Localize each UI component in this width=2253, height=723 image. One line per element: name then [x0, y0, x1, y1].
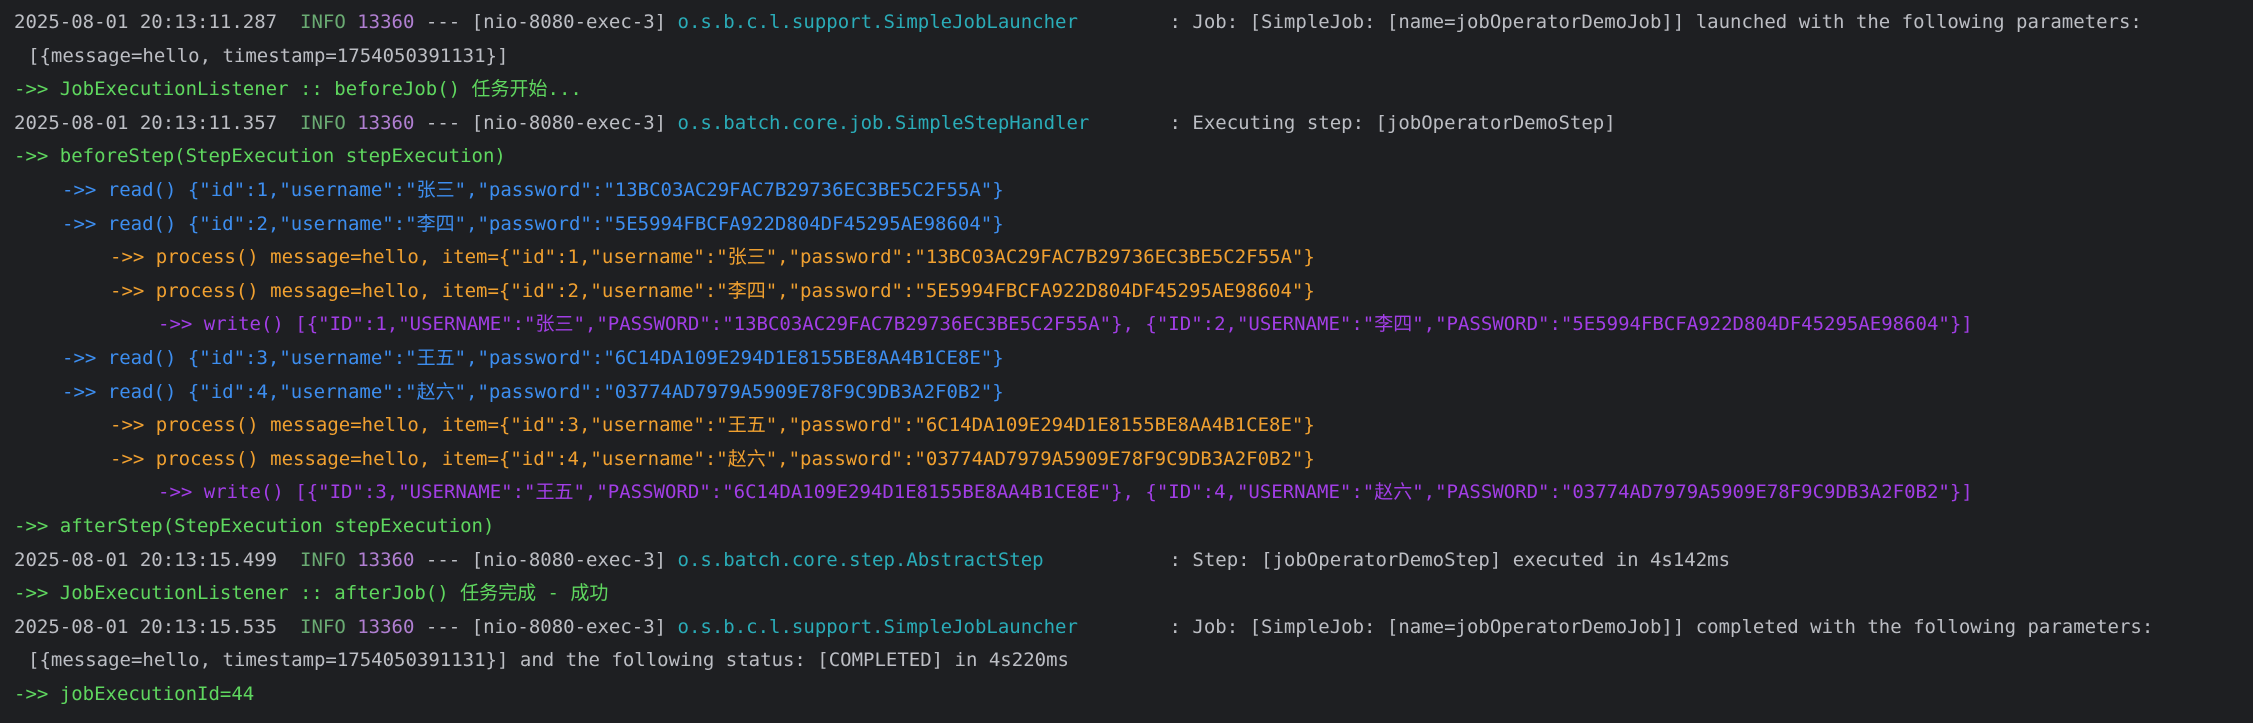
- log-pid: 13360: [357, 615, 415, 638]
- log-line-after-step: ->> afterStep(StepExecution stepExecutio…: [14, 514, 495, 537]
- log-line-write: ->> write() [{"ID":1,"USERNAME":"张三","PA…: [158, 313, 1973, 336]
- log-pid: 13360: [357, 548, 415, 571]
- log-logger: o.s.batch.core.step.AbstractStep: [677, 548, 1044, 571]
- log-line-step-executed: 2025-08-01 20:13:15.499 INFO 13360 --- […: [14, 544, 2253, 578]
- log-line-before-step: ->> beforeStep(StepExecution stepExecuti…: [14, 145, 506, 168]
- log-thread: --- [nio-8080-exec-3]: [425, 548, 667, 571]
- log-message: : Job: [SimpleJob: [name=jobOperatorDemo…: [1169, 11, 2142, 33]
- log-line-before-job: ->> JobExecutionListener :: beforeJob() …: [14, 78, 582, 101]
- log-message: : Job: [SimpleJob: [name=jobOperatorDemo…: [1169, 615, 2154, 638]
- log-line-read: ->> read() {"id":2,"username":"李四","pass…: [62, 212, 1004, 235]
- log-level: INFO: [300, 11, 346, 33]
- log-thread: --- [nio-8080-exec-3]: [425, 111, 667, 134]
- log-line-executing-step: 2025-08-01 20:13:11.357 INFO 13360 --- […: [14, 107, 2253, 141]
- log-line-write: ->> write() [{"ID":3,"USERNAME":"王五","PA…: [158, 481, 1973, 504]
- log-level: INFO: [300, 111, 346, 134]
- log-line-process: ->> process() message=hello, item={"id":…: [110, 279, 1315, 302]
- log-logger: o.s.b.c.l.support.SimpleJobLauncher: [677, 615, 1078, 638]
- log-logger: o.s.b.c.l.support.SimpleJobLauncher: [677, 11, 1078, 33]
- log-timestamp: 2025-08-01 20:13:15.499: [14, 548, 278, 571]
- log-message: : Executing step: [jobOperatorDemoStep]: [1169, 111, 1616, 134]
- log-thread: --- [nio-8080-exec-3]: [425, 11, 667, 33]
- log-line-job-completed: 2025-08-01 20:13:15.535 INFO 13360 --- […: [14, 611, 2253, 645]
- log-timestamp: 2025-08-01 20:13:11.287: [14, 11, 278, 33]
- log-line-after-job: ->> JobExecutionListener :: afterJob() 任…: [14, 582, 609, 605]
- log-message: : Step: [jobOperatorDemoStep] executed i…: [1169, 548, 1731, 571]
- log-line-completed-params: [{message=hello, timestamp=1754050391131…: [28, 649, 1069, 672]
- log-pid: 13360: [357, 111, 415, 134]
- log-line-process: ->> process() message=hello, item={"id":…: [110, 414, 1315, 437]
- log-line-read: ->> read() {"id":3,"username":"王五","pass…: [62, 346, 1004, 369]
- log-line-launch: 2025-08-01 20:13:11.287 INFO 13360 --- […: [14, 6, 2253, 40]
- log-line-read: ->> read() {"id":4,"username":"赵六","pass…: [62, 380, 1004, 403]
- log-line-job-execution-id: ->> jobExecutionId=44: [14, 682, 255, 705]
- log-thread: --- [nio-8080-exec-3]: [425, 615, 667, 638]
- log-pid: 13360: [357, 11, 415, 33]
- log-timestamp: 2025-08-01 20:13:11.357: [14, 111, 278, 134]
- log-timestamp: 2025-08-01 20:13:15.535: [14, 615, 278, 638]
- log-line-process: ->> process() message=hello, item={"id":…: [110, 246, 1315, 269]
- log-line-process: ->> process() message=hello, item={"id":…: [110, 447, 1315, 470]
- console-output[interactable]: 2025-08-01 20:13:11.287 INFO 13360 --- […: [0, 0, 2253, 723]
- log-line-params: [{message=hello, timestamp=1754050391131…: [28, 44, 509, 67]
- log-line-read: ->> read() {"id":1,"username":"张三","pass…: [62, 178, 1004, 201]
- log-level: INFO: [300, 548, 346, 571]
- log-level: INFO: [300, 615, 346, 638]
- log-logger: o.s.batch.core.job.SimpleStepHandler: [677, 111, 1090, 134]
